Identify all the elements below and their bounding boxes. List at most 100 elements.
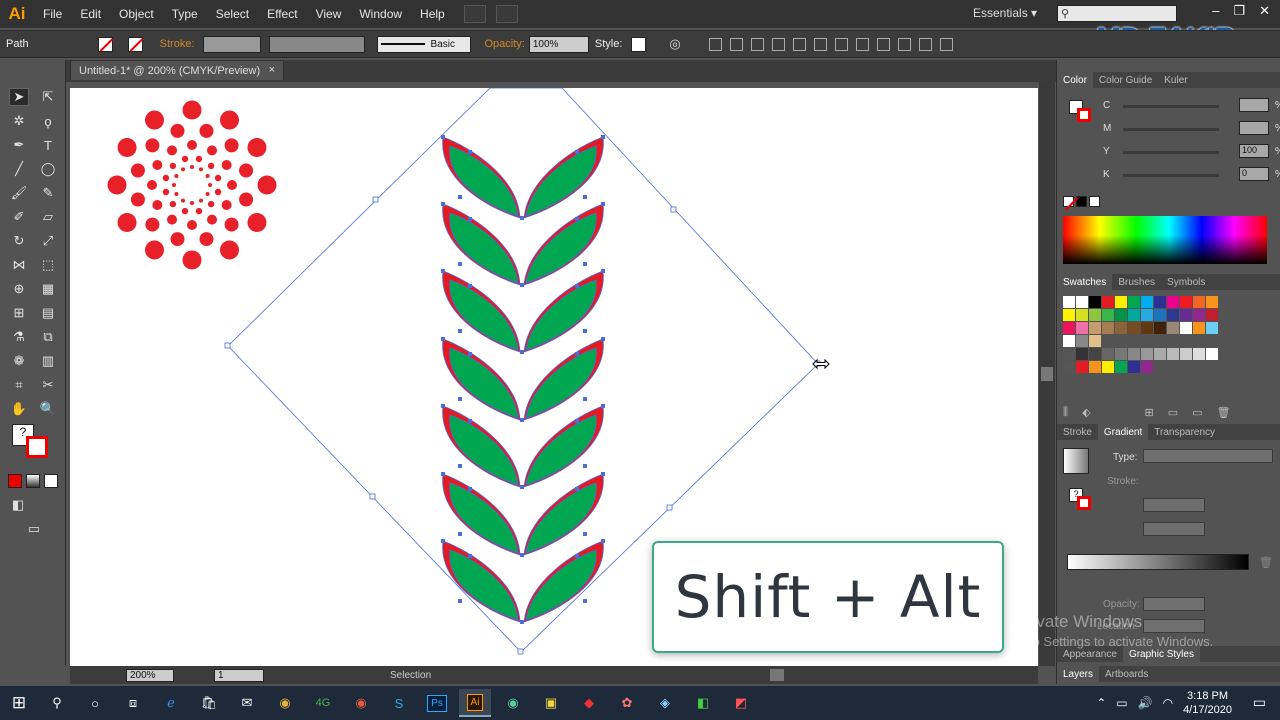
color-swatch[interactable] (1154, 348, 1166, 360)
paintbrush-tool-icon[interactable]: 🖌 (9, 184, 29, 202)
anchor-point[interactable] (441, 269, 445, 273)
tab-artboards[interactable]: Artboards (1099, 669, 1154, 680)
opacity-label[interactable]: Opacity: (485, 38, 525, 50)
4g-icon[interactable]: 4G (307, 689, 339, 717)
color-swatch[interactable] (1167, 296, 1179, 308)
store-icon[interactable]: 🛍 (193, 689, 225, 717)
color-swatch[interactable] (1141, 322, 1153, 334)
opacity-field[interactable]: 100% (528, 35, 589, 53)
color-swatch[interactable] (1128, 296, 1140, 308)
clock[interactable]: 3:18 PM 4/17/2020 (1183, 689, 1232, 717)
menu-window[interactable]: Window (350, 7, 411, 21)
gradient-tool-icon[interactable]: ▤ (38, 304, 58, 322)
column-graph-tool-icon[interactable]: ▥ (38, 352, 58, 370)
color-swatch[interactable] (1141, 296, 1153, 308)
gradient-aspect-field[interactable] (1143, 522, 1205, 536)
tab-close-icon[interactable]: × (269, 64, 275, 76)
color-swatch[interactable] (1063, 361, 1075, 373)
distribute-center-icon[interactable] (918, 37, 932, 51)
color-swatch[interactable] (1128, 361, 1140, 373)
menu-view[interactable]: View (307, 7, 351, 21)
anchor-point[interactable] (575, 217, 579, 221)
anchor-point[interactable] (441, 472, 445, 476)
menu-effect[interactable]: Effect (258, 7, 306, 21)
color-swatch[interactable] (1076, 335, 1088, 347)
wifi-icon[interactable]: ◠ (1163, 696, 1173, 710)
screen-mode-icon[interactable]: ▭ (24, 520, 44, 538)
green-leaf-stem[interactable] (441, 135, 605, 624)
anchor-point[interactable] (458, 329, 462, 333)
anchor-point[interactable] (583, 262, 587, 266)
current-tool-status[interactable]: Selection (390, 670, 431, 681)
swatch-library-icon[interactable]: ⫼ (1063, 406, 1068, 419)
anchor-point[interactable] (601, 404, 605, 408)
anchor-point[interactable] (575, 419, 579, 423)
black-value[interactable]: 0 (1239, 167, 1269, 181)
color-swatch[interactable] (1089, 348, 1101, 360)
gradient-location-field[interactable] (1143, 619, 1205, 633)
color-swatch[interactable] (1141, 361, 1153, 373)
color-swatch[interactable] (1102, 309, 1114, 321)
color-swatch[interactable] (1102, 296, 1114, 308)
tab-layers[interactable]: Layers (1057, 666, 1100, 682)
distribute-middle-icon[interactable] (855, 37, 869, 51)
eyedropper-tool-icon[interactable]: ⚗ (9, 328, 29, 346)
fill-stroke-widget[interactable]: ? (10, 422, 56, 464)
anchor-point[interactable] (520, 216, 524, 220)
tray-expand-icon[interactable]: ⌃ (1096, 696, 1106, 710)
color-swatch[interactable] (1193, 296, 1205, 308)
chrome-icon[interactable]: ◉ (269, 689, 301, 717)
pencil-tool-icon[interactable]: ✎ (38, 184, 58, 202)
arrange-documents-button[interactable] (495, 5, 518, 23)
color-swatch[interactable] (1089, 296, 1101, 308)
scale-tool-icon[interactable]: ⤢ (38, 232, 58, 250)
color-swatch[interactable] (1167, 309, 1179, 321)
mail-icon[interactable]: ✉ (231, 689, 263, 717)
align-middle-icon[interactable] (792, 37, 806, 51)
tab-symbols[interactable]: Symbols (1161, 277, 1211, 288)
zoom-level-field[interactable]: 200% (126, 668, 174, 682)
line-tool-icon[interactable]: ╱ (9, 160, 29, 178)
scroll-thumb[interactable] (1041, 367, 1053, 381)
player-icon[interactable]: ▣ (535, 689, 567, 717)
edge-icon[interactable]: ℯ (155, 689, 187, 717)
color-swatch[interactable] (1141, 348, 1153, 360)
horizontal-scroll-thumb[interactable] (770, 669, 784, 681)
anchor-point[interactable] (520, 620, 524, 624)
menu-edit[interactable]: Edit (71, 7, 110, 21)
align-left-icon[interactable] (708, 37, 722, 51)
color-swatch[interactable] (1206, 309, 1218, 321)
ellipse-tool-icon[interactable]: ◯ (38, 160, 58, 178)
illustrator-taskbar-icon[interactable]: Ai (459, 689, 491, 717)
close-icon[interactable]: ✕ (1259, 3, 1270, 19)
align-right-icon[interactable] (750, 37, 764, 51)
delete-swatch-icon[interactable]: 🗑 (1217, 406, 1231, 419)
gradient-opacity-field[interactable] (1143, 597, 1205, 611)
lasso-tool-icon[interactable]: ϙ (38, 112, 58, 130)
color-swatch[interactable] (1115, 309, 1127, 321)
draw-mode-icon[interactable]: ◧ (8, 496, 28, 514)
anchor-point[interactable] (583, 464, 587, 468)
anchor-point[interactable] (601, 269, 605, 273)
tab-appearance[interactable]: Appearance (1057, 649, 1123, 660)
color-swatch[interactable] (1076, 322, 1088, 334)
color-swatch[interactable] (1206, 296, 1218, 308)
color-swatch[interactable] (1128, 348, 1140, 360)
anchor-point[interactable] (468, 487, 472, 491)
anchor-point[interactable] (441, 539, 445, 543)
anchor-point[interactable] (441, 202, 445, 206)
gradient-slider[interactable] (1067, 554, 1249, 570)
tab-gradient[interactable]: Gradient (1097, 424, 1149, 440)
anchor-point[interactable] (575, 487, 579, 491)
delete-stop-icon[interactable]: 🗑 (1259, 556, 1273, 569)
skype-icon[interactable]: S (383, 689, 415, 717)
anchor-point[interactable] (468, 217, 472, 221)
anchor-point[interactable] (601, 337, 605, 341)
color-swatch[interactable] (1089, 322, 1101, 334)
type-tool-icon[interactable]: T (38, 136, 58, 154)
tab-graphic-styles[interactable]: Graphic Styles (1122, 646, 1200, 662)
gradient-type-select[interactable] (1143, 449, 1273, 463)
handle-bottom[interactable] (517, 648, 524, 655)
restore-icon[interactable]: ❐ (1233, 3, 1245, 19)
new-color-group-icon[interactable]: ▭ (1168, 406, 1178, 419)
